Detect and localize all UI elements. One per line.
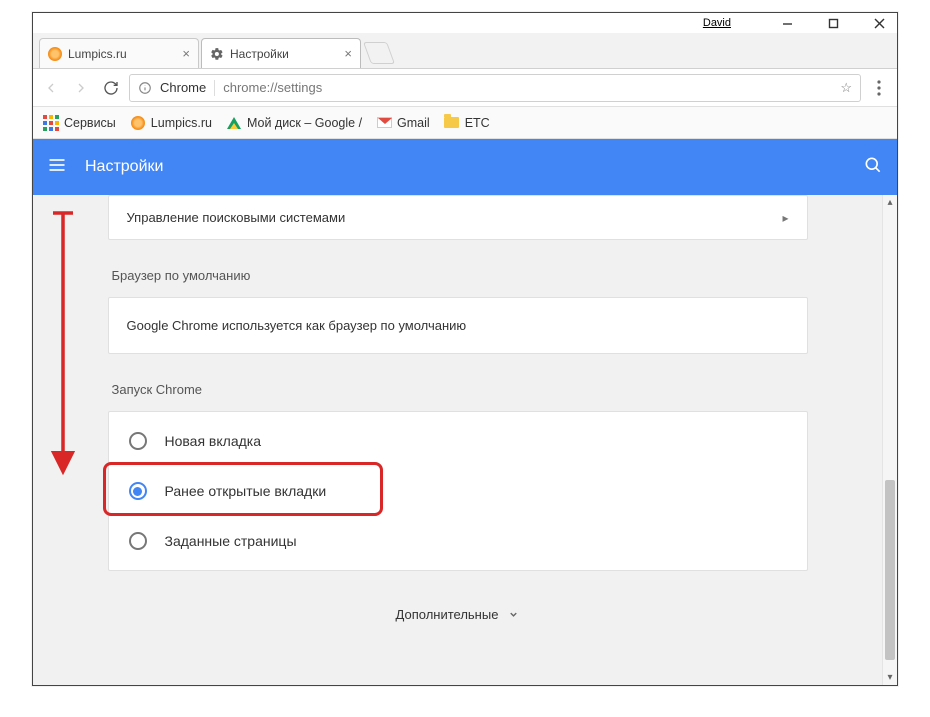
radio-icon: [129, 432, 147, 450]
settings-content: Управление поисковыми системами ▸ Браузе…: [33, 195, 897, 685]
advanced-label: Дополнительные: [396, 607, 499, 622]
radio-icon: [129, 482, 147, 500]
section-on-startup: Запуск Chrome: [112, 382, 804, 397]
radio-specific-pages[interactable]: Заданные страницы: [109, 516, 807, 566]
radio-label: Заданные страницы: [165, 533, 297, 549]
url-origin: Chrome: [160, 80, 206, 95]
address-bar: Chrome chrome://settings ☆: [33, 69, 897, 107]
apps-shortcut[interactable]: Сервисы: [43, 115, 116, 131]
nav-forward-button[interactable]: [69, 76, 93, 100]
url-path: chrome://settings: [223, 80, 322, 95]
radio-new-tab[interactable]: Новая вкладка: [109, 416, 807, 466]
default-browser-info: Google Chrome используется как браузер п…: [108, 297, 808, 354]
tab-settings[interactable]: Настройки ×: [201, 38, 361, 68]
close-icon[interactable]: ×: [182, 46, 190, 61]
row-label: Управление поисковыми системами: [127, 210, 346, 225]
bookmark-star-icon[interactable]: ☆: [840, 80, 852, 96]
tab-lumpics[interactable]: Lumpics.ru ×: [39, 38, 199, 68]
chevron-down-icon: [508, 609, 519, 620]
browser-window: David Lumpics.ru × Настройки ×: [32, 12, 898, 686]
bookmarks-bar: Сервисы Lumpics.ru Мой диск – Google / G…: [33, 107, 897, 139]
title-bar: David: [33, 13, 897, 33]
nav-back-button[interactable]: [39, 76, 63, 100]
bookmark-label: ETC: [465, 116, 490, 130]
tab-title: Lumpics.ru: [68, 47, 127, 61]
bookmark-gdrive[interactable]: Мой диск – Google /: [226, 115, 362, 131]
lumpics-icon: [48, 47, 62, 61]
radio-label: Новая вкладка: [165, 433, 262, 449]
tabs-row: Lumpics.ru × Настройки ×: [33, 33, 897, 69]
bookmark-label: Gmail: [397, 116, 430, 130]
gear-icon: [210, 47, 224, 61]
window-close-button[interactable]: [865, 14, 893, 32]
omnibox[interactable]: Chrome chrome://settings ☆: [129, 74, 861, 102]
info-icon: [138, 81, 152, 95]
bookmark-label: Lumpics.ru: [151, 116, 212, 130]
separator: [214, 80, 215, 96]
new-tab-button[interactable]: [363, 42, 395, 64]
profile-label[interactable]: David: [703, 17, 731, 29]
window-minimize-button[interactable]: [773, 14, 801, 32]
settings-header: Настройки: [33, 139, 897, 195]
scrollbar-thumb[interactable]: [885, 480, 895, 660]
lumpics-icon: [130, 115, 146, 131]
radio-icon: [129, 532, 147, 550]
radio-label: Ранее открытые вкладки: [165, 483, 327, 499]
info-text: Google Chrome используется как браузер п…: [127, 318, 467, 333]
bookmark-label: Мой диск – Google /: [247, 116, 362, 130]
section-default-browser: Браузер по умолчанию: [112, 268, 804, 283]
apps-grid-icon: [43, 115, 59, 131]
scroll-up-arrow[interactable]: ▴: [883, 195, 897, 210]
menu-icon[interactable]: [47, 155, 67, 180]
chevron-right-icon: ▸: [782, 211, 788, 225]
gmail-icon: [376, 115, 392, 131]
bookmark-label: Сервисы: [64, 116, 116, 130]
scroll-down-arrow[interactable]: ▾: [883, 670, 897, 685]
manage-search-engines-row[interactable]: Управление поисковыми системами ▸: [109, 196, 807, 239]
bookmark-lumpics[interactable]: Lumpics.ru: [130, 115, 212, 131]
tab-title: Настройки: [230, 47, 289, 61]
radio-continue-where-left-off[interactable]: Ранее открытые вкладки: [109, 466, 807, 516]
advanced-toggle[interactable]: Дополнительные: [108, 607, 808, 622]
vertical-scrollbar[interactable]: ▴ ▾: [882, 195, 897, 685]
window-maximize-button[interactable]: [819, 14, 847, 32]
on-startup-card: Новая вкладка Ранее открытые вкладки Зад…: [108, 411, 808, 571]
gdrive-icon: [226, 115, 242, 131]
search-icon[interactable]: [863, 155, 883, 180]
nav-reload-button[interactable]: [99, 76, 123, 100]
browser-menu-button[interactable]: [867, 76, 891, 100]
search-engines-card: Управление поисковыми системами ▸: [108, 195, 808, 240]
bookmark-folder-etc[interactable]: ETC: [444, 115, 490, 131]
bookmark-gmail[interactable]: Gmail: [376, 115, 430, 131]
close-icon[interactable]: ×: [344, 46, 352, 61]
folder-icon: [444, 115, 460, 131]
page-title: Настройки: [85, 158, 163, 176]
